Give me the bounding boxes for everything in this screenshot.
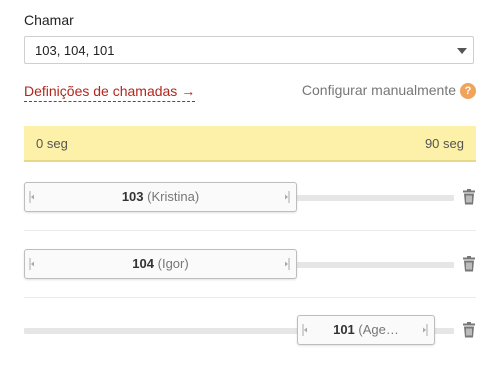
ring-row-101: 101 (Age… — [24, 315, 476, 347]
drag-handle-right-icon[interactable] — [284, 190, 290, 204]
extension-number: 103 — [121, 189, 144, 204]
call-label: Chamar — [24, 12, 74, 28]
ring-row-103: 103 (Kristina) — [24, 182, 476, 214]
call-select[interactable]: 103, 104, 101 — [24, 36, 474, 64]
extension-name: (Age… — [358, 322, 399, 337]
manual-config-label[interactable]: Configurar manualmente — [302, 82, 456, 98]
drag-handle-left-icon[interactable] — [302, 323, 308, 337]
call-settings-link[interactable]: Definições de chamadas → — [24, 83, 196, 102]
trash-icon[interactable] — [462, 256, 476, 272]
ring-segment-103[interactable]: 103 (Kristina) — [24, 182, 297, 212]
extension-number: 104 — [132, 256, 154, 271]
extension-name: (Igor) — [157, 256, 189, 271]
ring-segment-104[interactable]: 104 (Igor) — [24, 249, 297, 279]
ring-row-104: 104 (Igor) — [24, 249, 476, 281]
extension-number: 101 — [333, 322, 355, 337]
drag-handle-left-icon[interactable] — [29, 190, 35, 204]
row-divider — [24, 297, 476, 298]
drag-handle-right-icon[interactable] — [284, 257, 290, 271]
timeline-bar: 0 seg 90 seg — [24, 126, 476, 162]
help-icon[interactable]: ? — [460, 83, 476, 99]
ring-segment-101[interactable]: 101 (Age… — [297, 315, 435, 345]
drag-handle-left-icon[interactable] — [29, 257, 35, 271]
timeline-start: 0 seg — [36, 136, 68, 151]
chevron-down-icon — [457, 48, 467, 54]
trash-icon[interactable] — [462, 322, 476, 338]
extension-name: (Kristina) — [147, 189, 200, 204]
row-divider — [24, 230, 476, 231]
trash-icon[interactable] — [462, 189, 476, 205]
call-select-value: 103, 104, 101 — [35, 43, 115, 58]
drag-handle-right-icon[interactable] — [422, 323, 428, 337]
timeline-end: 90 seg — [424, 136, 464, 151]
